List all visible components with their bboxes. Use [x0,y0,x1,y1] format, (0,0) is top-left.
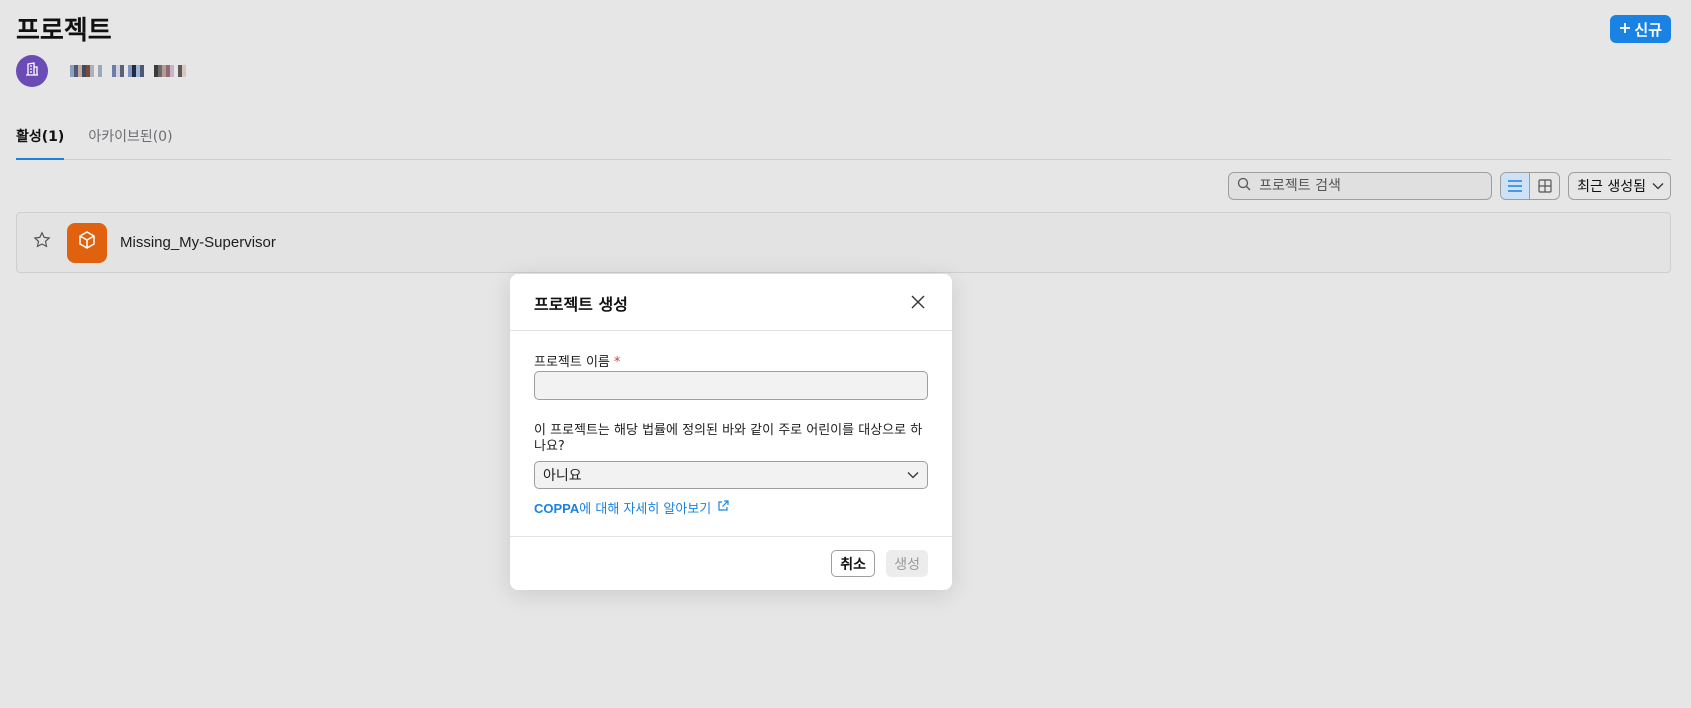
sort-dropdown[interactable]: 최근 생성됨 [1568,172,1671,200]
plus-icon [1619,20,1631,38]
project-row[interactable]: Missing_My-Supervisor [16,212,1671,273]
required-mark: * [613,355,621,370]
tab-archived[interactable]: 아카이브된(0) [88,118,172,160]
toolbar: 최근 생성됨 [1228,172,1671,200]
close-icon[interactable] [910,294,926,315]
chevron-down-icon [907,467,919,483]
coppa-question-label: 이 프로젝트는 해당 법률에 정의된 바와 같이 주로 어린이를 대상으로 하나… [534,423,923,454]
cube-icon [77,230,97,255]
star-icon[interactable] [33,231,51,254]
grid-view-icon[interactable] [1530,173,1559,199]
org-row [16,55,186,87]
view-toggle [1500,172,1561,200]
building-icon [24,61,40,82]
external-link-icon [717,499,729,516]
new-project-button[interactable]: 신규 [1610,15,1671,43]
project-name-input[interactable] [534,371,928,400]
tab-active[interactable]: 활성(1) [16,118,65,160]
coppa-link-rest: 에 대해 자세히 알아보기 [579,502,712,517]
coppa-learn-more-link[interactable]: COPPA에 대해 자세히 알아보기 [534,498,729,517]
project-name-label: 프로젝트 이름 * [534,351,620,370]
search-input[interactable] [1259,178,1484,194]
modal-header: 프로젝트 생성 [510,274,952,331]
search-box [1228,172,1493,200]
search-icon [1237,177,1251,196]
project-icon [67,222,107,263]
org-avatar[interactable] [16,55,48,87]
modal-footer: 취소 생성 [510,536,952,590]
create-button[interactable]: 생성 [886,550,928,577]
project-name[interactable]: Missing_My-Supervisor [120,234,276,251]
list-view-icon[interactable] [1501,173,1531,199]
project-name-label-text: 프로젝트 이름 [534,355,610,370]
coppa-link-text: COPPA에 대해 자세히 알아보기 [534,498,711,517]
coppa-select[interactable]: 아니요 [534,461,928,489]
page-title: 프로젝트 [16,16,112,46]
modal-title: 프로젝트 생성 [534,295,628,314]
chevron-down-icon [1652,178,1664,194]
create-project-modal: 프로젝트 생성 프로젝트 이름 * 이 프로젝트는 해당 법률에 정의된 바와 같… [510,274,952,590]
org-name-redacted [70,65,186,77]
tab-bar: 활성(1) 아카이브된(0) [16,118,1671,160]
new-project-label: 신규 [1634,20,1662,39]
coppa-select-value: 아니요 [543,468,582,484]
projects-page: 프로젝트 신규 활성(1) 아카이브된(0) 프로젝트 검색 최근 생성됨 Mi… [0,0,1691,708]
sort-label: 최근 생성됨 [1577,179,1646,195]
cancel-button[interactable]: 취소 [831,550,875,577]
coppa-link-strong: COPPA [534,501,580,516]
